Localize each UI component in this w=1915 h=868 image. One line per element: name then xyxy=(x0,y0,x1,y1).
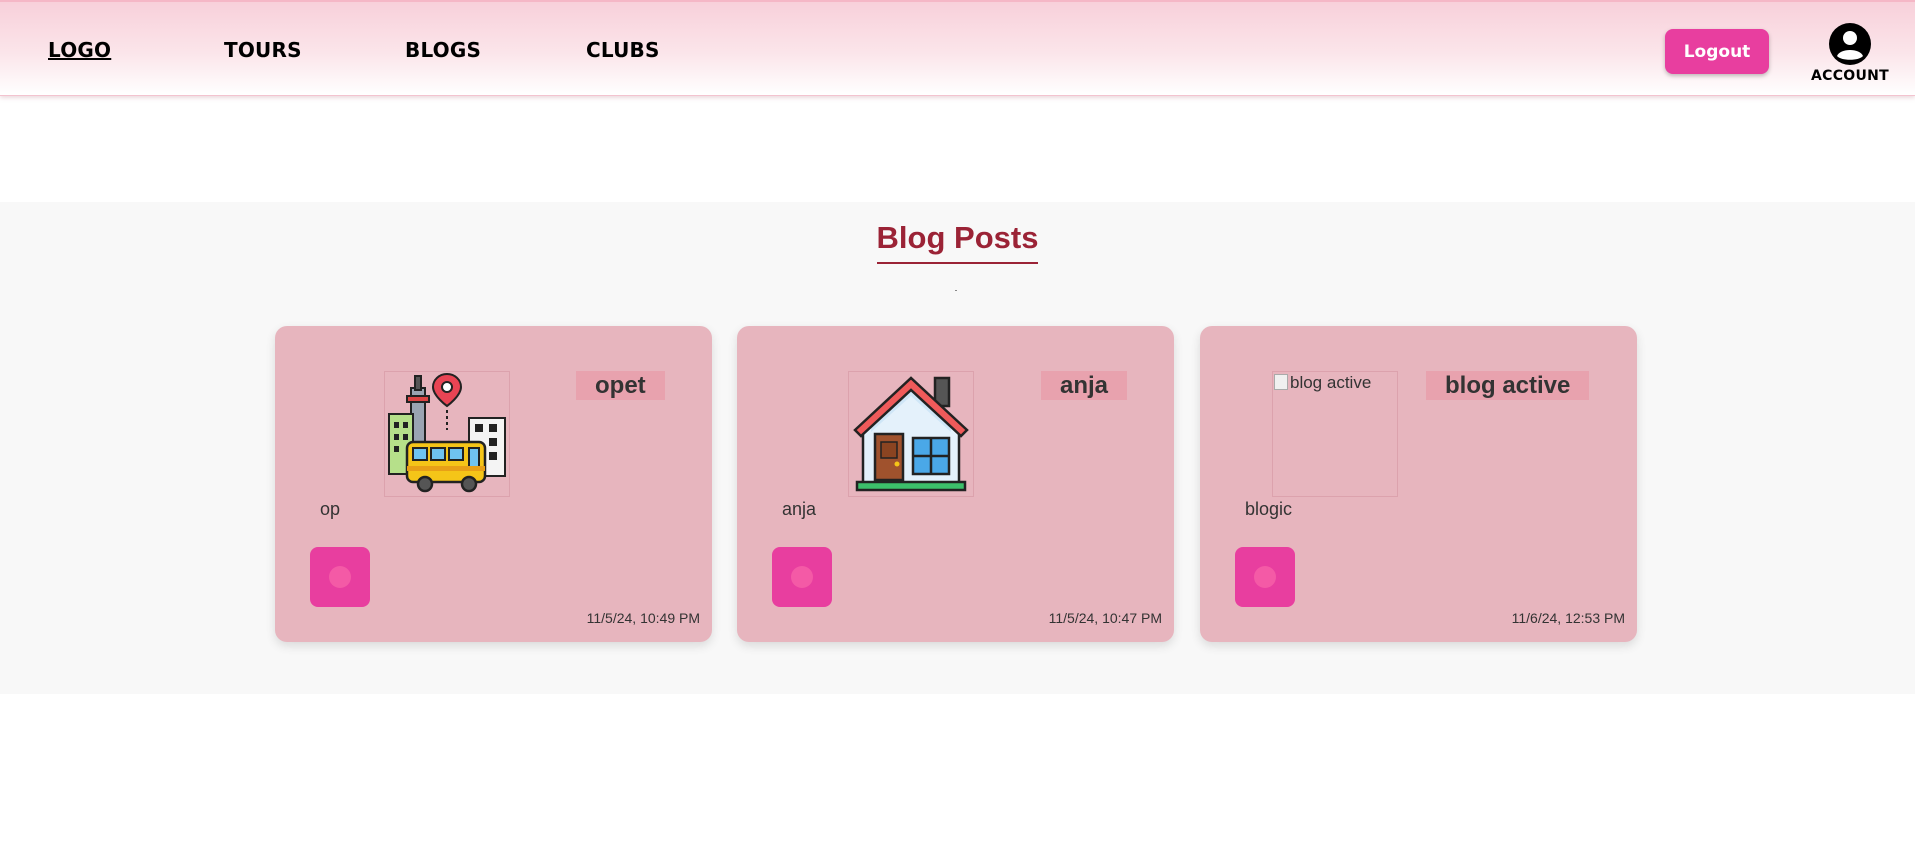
blog-title: anja xyxy=(1041,371,1128,400)
account-label: ACCOUNT xyxy=(1810,68,1890,84)
like-icon xyxy=(1254,566,1276,588)
blog-title: blog active xyxy=(1426,371,1590,400)
nav-blogs-link[interactable]: BLOGS xyxy=(405,38,481,62)
blog-image: blog active xyxy=(1272,371,1398,497)
nav-tours-link[interactable]: TOURS xyxy=(224,38,302,62)
blog-date: 11/5/24, 10:49 PM xyxy=(586,610,700,626)
logout-button[interactable]: Logout xyxy=(1665,29,1769,74)
nav-logo-link[interactable]: LOGO xyxy=(48,38,111,62)
blog-card[interactable]: opet op 11/5/24, 10:49 PM xyxy=(275,326,712,642)
city-bus-icon xyxy=(388,372,506,493)
section-title-wrap: Blog Posts xyxy=(0,220,1915,264)
blog-date: 11/6/24, 12:53 PM xyxy=(1511,610,1625,626)
house-icon xyxy=(853,376,969,492)
account-button[interactable]: ACCOUNT xyxy=(1810,22,1890,88)
blog-description: blogic xyxy=(1245,499,1293,519)
blog-date: 11/5/24, 10:47 PM xyxy=(1048,610,1162,626)
user-icon xyxy=(1829,23,1871,65)
blog-image xyxy=(384,371,510,497)
divider-dot xyxy=(955,290,957,291)
broken-image: blog active xyxy=(1273,372,1397,393)
navbar: LOGO TOURS BLOGS CLUBS Logout ACCOUNT xyxy=(0,0,1915,96)
like-icon xyxy=(329,566,351,588)
nav-clubs-link[interactable]: CLUBS xyxy=(586,38,660,62)
blog-description: anja xyxy=(782,499,817,519)
image-alt-text: blog active xyxy=(1290,373,1372,392)
blog-description: op xyxy=(320,499,341,519)
blog-card[interactable]: blog active blog active blogic 11/6/24, … xyxy=(1200,326,1637,642)
like-button[interactable] xyxy=(772,547,832,607)
like-button[interactable] xyxy=(1235,547,1295,607)
like-button[interactable] xyxy=(310,547,370,607)
broken-image-icon xyxy=(1274,374,1288,390)
like-icon xyxy=(791,566,813,588)
blog-title: opet xyxy=(576,371,665,400)
blog-card[interactable]: anja anja 11/5/24, 10:47 PM xyxy=(737,326,1174,642)
blog-image xyxy=(848,371,974,497)
section-title: Blog Posts xyxy=(876,220,1039,264)
